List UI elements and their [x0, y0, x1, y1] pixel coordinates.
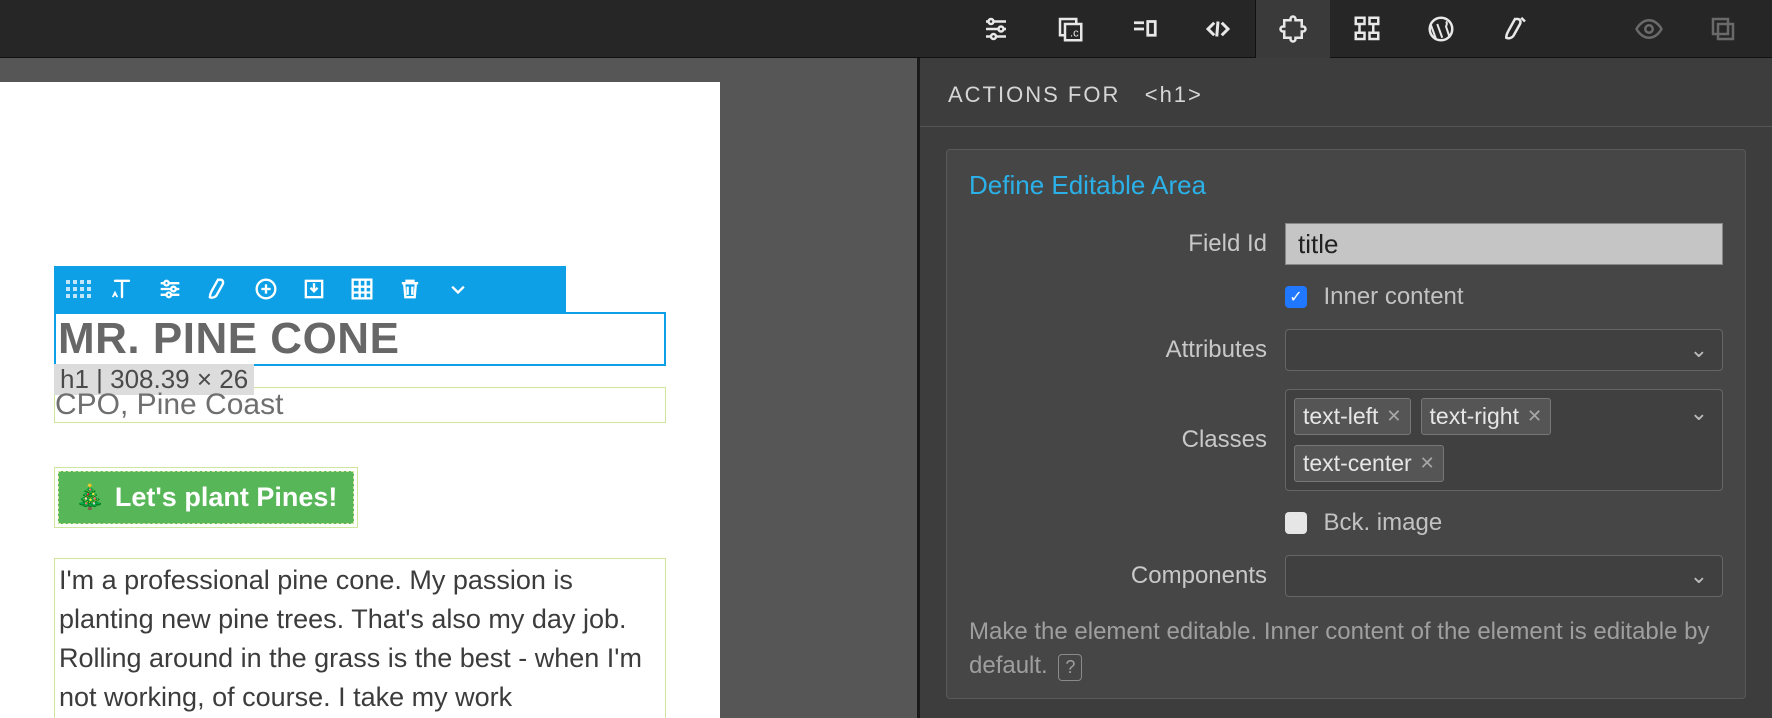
cta-label: Let's plant Pines! — [115, 482, 337, 513]
top-toolbar: .c — [0, 0, 1772, 58]
canvas-area: × — [0, 58, 917, 718]
actions-panel: ACTIONS FOR <h1> Define Editable Area Fi… — [917, 58, 1772, 718]
chevron-down-icon[interactable] — [434, 269, 482, 309]
brush-icon[interactable] — [194, 269, 242, 309]
add-circle-icon[interactable] — [242, 269, 290, 309]
attributes-select[interactable]: ⌄ — [1285, 329, 1723, 371]
class-chip[interactable]: text-right✕ — [1421, 398, 1552, 435]
preview-canvas: MR. PINE CONE h1 | 308.39 × 26 CPO, Pine… — [0, 82, 720, 718]
copy-stack-icon[interactable] — [1686, 0, 1760, 58]
tree-structure-icon[interactable] — [1330, 0, 1404, 58]
hint-text: Make the element editable. Inner content… — [969, 615, 1723, 682]
copy-c-icon[interactable]: .c — [1033, 0, 1107, 58]
selected-element-wrapper: MR. PINE CONE h1 | 308.39 × 26 — [54, 266, 666, 395]
selection-toolbar — [54, 266, 566, 312]
field-id-input[interactable] — [1285, 223, 1723, 265]
svg-text:.c: .c — [1070, 27, 1079, 39]
inner-content-checkbox[interactable]: ✓ — [1285, 286, 1307, 308]
cta-wrapper: 🎄 Let's plant Pines! — [54, 467, 358, 528]
class-chip[interactable]: text-left✕ — [1294, 398, 1411, 435]
paragraph-wrapper: I'm a professional pine cone. My passion… — [54, 558, 666, 718]
editable-area-card: Define Editable Area Field Id ✓ Inner co… — [946, 149, 1746, 699]
attributes-label: Attributes — [969, 336, 1267, 364]
tree-icon: 🎄 — [75, 483, 105, 512]
classes-label: Classes — [969, 426, 1267, 454]
grid-icon[interactable] — [338, 269, 386, 309]
class-chip[interactable]: text-center✕ — [1294, 445, 1444, 482]
components-label: Components — [969, 562, 1267, 590]
bck-image-label: Bck. image — [1323, 509, 1442, 536]
paragraph-text[interactable]: I'm a professional pine cone. My passion… — [59, 561, 661, 718]
subtitle-text[interactable]: CPO, Pine Coast — [54, 387, 666, 423]
inner-content-label: Inner content — [1323, 283, 1463, 310]
help-icon[interactable]: ? — [1058, 654, 1082, 681]
sliders-icon[interactable] — [146, 269, 194, 309]
classes-multiselect[interactable]: text-left✕ text-right✕ text-center✕ ⌄ — [1285, 389, 1723, 491]
cta-button[interactable]: 🎄 Let's plant Pines! — [58, 471, 354, 524]
card-title: Define Editable Area — [969, 170, 1723, 201]
chevron-down-icon: ⌄ — [1690, 400, 1708, 426]
components-select[interactable]: ⌄ — [1285, 555, 1723, 597]
preview-eye-icon[interactable] — [1612, 0, 1686, 58]
panel-heading-tag: <h1> — [1145, 82, 1203, 107]
trash-icon[interactable] — [386, 269, 434, 309]
panel-heading-prefix: ACTIONS FOR — [948, 82, 1120, 107]
field-id-label: Field Id — [969, 230, 1267, 258]
text-edit-icon[interactable] — [98, 269, 146, 309]
code-icon[interactable] — [1181, 0, 1255, 58]
bck-image-checkbox[interactable] — [1285, 512, 1307, 534]
brush-icon[interactable] — [1478, 0, 1552, 58]
heading-text[interactable]: MR. PINE CONE — [56, 314, 664, 364]
chip-remove-icon[interactable]: ✕ — [1420, 453, 1435, 474]
puzzle-icon[interactable] — [1256, 0, 1330, 58]
chevron-down-icon: ⌄ — [1690, 337, 1708, 363]
selected-h1-element[interactable]: MR. PINE CONE — [54, 312, 666, 366]
panel-heading: ACTIONS FOR <h1> — [920, 58, 1772, 127]
wordpress-icon[interactable] — [1404, 0, 1478, 58]
insert-down-icon[interactable] — [290, 269, 338, 309]
sliders-icon[interactable] — [959, 0, 1033, 58]
chip-remove-icon[interactable]: ✕ — [1527, 406, 1542, 427]
list-align-icon[interactable] — [1107, 0, 1181, 58]
chip-remove-icon[interactable]: ✕ — [1386, 406, 1401, 427]
chevron-down-icon: ⌄ — [1690, 563, 1708, 589]
drag-grip-icon[interactable] — [62, 276, 98, 302]
